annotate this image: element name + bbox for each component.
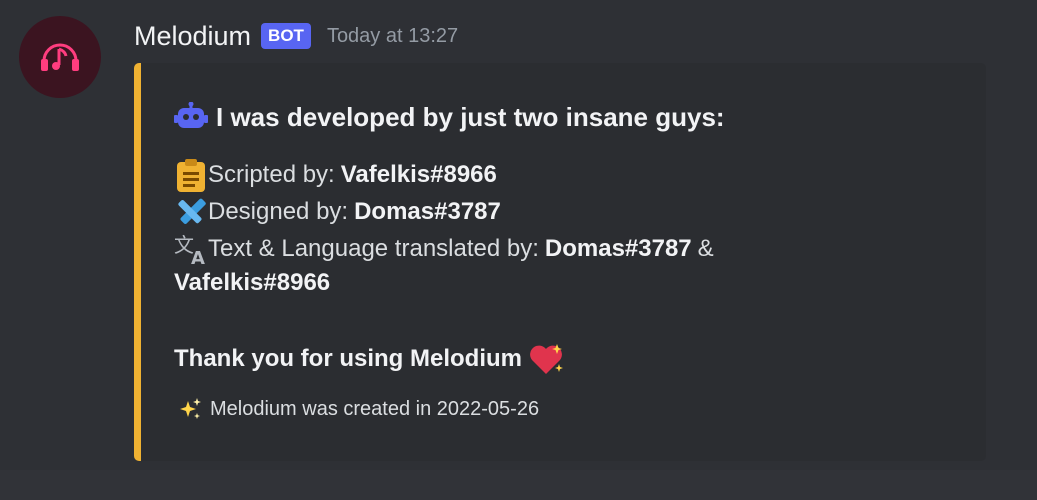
thanks-line: Thank you for using Melodium: [174, 342, 564, 376]
avatar[interactable]: [19, 16, 101, 98]
translate-icon: 文 A: [174, 232, 208, 266]
embed-title-text: I was developed by just two insane guys:: [216, 101, 725, 132]
credit-value-2: Vafelkis#8966: [174, 269, 331, 296]
credit-designed: Designed by: Domas#3787: [174, 195, 501, 229]
svg-text:A: A: [191, 248, 205, 266]
credit-value: Vafelkis#8966: [340, 161, 497, 188]
credit-value: Domas#3787: [544, 235, 692, 262]
credit-scripted: Scripted by: Vafelkis#8966: [174, 158, 497, 192]
message-header: Melodium BOT Today at 13:27: [134, 18, 458, 54]
credit-translated: 文 A Text & Language translated by: Domas…: [174, 232, 714, 266]
pencil-ruler-icon: [174, 195, 208, 229]
credit-value: Domas#3787: [354, 198, 501, 225]
credit-label: Scripted by:: [208, 161, 335, 188]
message-row: Melodium BOT Today at 13:27 I was develo…: [0, 0, 1037, 470]
timestamp[interactable]: Today at 13:27: [327, 25, 458, 48]
thanks-text: Thank you for using Melodium: [174, 345, 522, 372]
credit-connector: &: [697, 235, 714, 262]
username[interactable]: Melodium: [134, 21, 251, 52]
footer-text: Melodium was created in 2022-05-26: [210, 397, 540, 420]
credit-translated-continued: Vafelkis#8966: [174, 269, 330, 297]
robot-icon: [174, 102, 208, 132]
sparkling-heart-icon: [528, 342, 564, 376]
bot-badge: BOT: [261, 23, 311, 49]
headphones-music-icon: [41, 43, 79, 71]
credit-label: Text & Language translated by:: [208, 235, 539, 262]
clipboard-icon: [174, 158, 208, 192]
embed: I was developed by just two insane guys:…: [134, 63, 986, 461]
embed-footer: Melodium was created in 2022-05-26: [178, 397, 539, 421]
sparkles-icon: [178, 397, 202, 421]
embed-title: I was developed by just two insane guys:: [174, 99, 725, 135]
credit-label: Designed by:: [208, 198, 349, 225]
